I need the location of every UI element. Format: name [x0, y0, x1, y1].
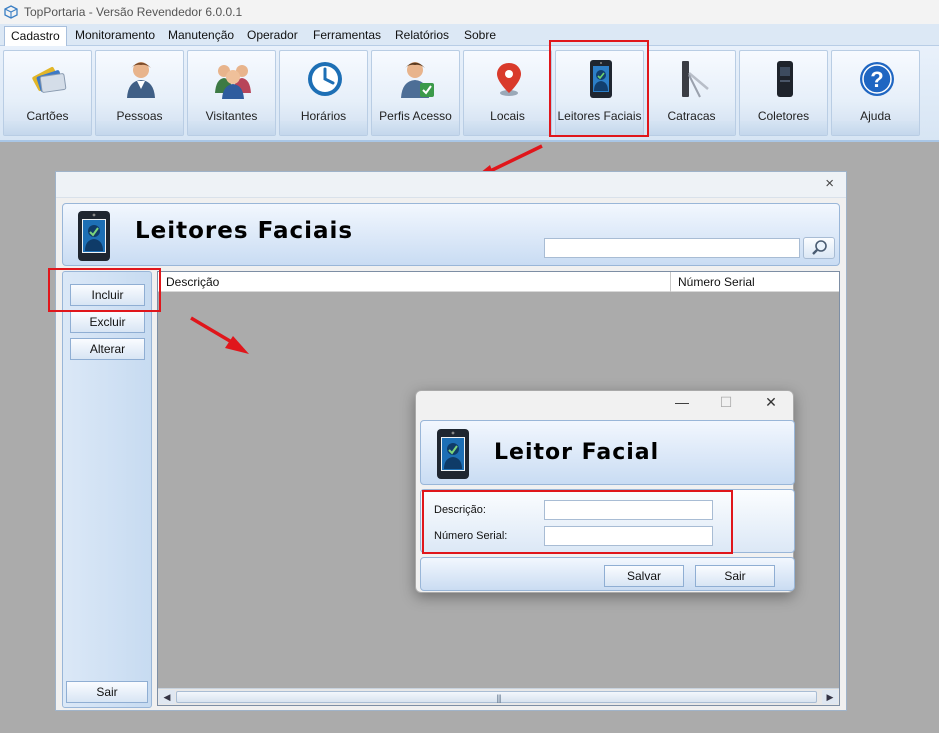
maximize-icon[interactable]: ☐ — [711, 394, 741, 411]
ribbon-button-horarios[interactable]: Horários — [279, 50, 368, 136]
ribbon-button-coletores[interactable]: Coletores — [739, 50, 828, 136]
face-reader-icon — [78, 211, 110, 261]
menu-bar: Cadastro Monitoramento Manutenção Operad… — [0, 24, 939, 46]
scroll-right-icon[interactable]: ▶ — [822, 690, 838, 704]
close-icon[interactable]: × — [825, 175, 834, 192]
ribbon-label: Perfis Acesso — [379, 109, 452, 123]
window-title: TopPortaria - Versão Revendedor 6.0.0.1 — [24, 5, 243, 19]
column-header-descricao[interactable]: Descrição — [158, 272, 219, 292]
help-icon: ? — [860, 62, 894, 96]
cards-icon — [32, 67, 67, 93]
grid-header: Descrição Número Serial — [158, 272, 839, 292]
ribbon-label: Coletores — [757, 109, 810, 123]
ribbon-toolbar: Cartões Pessoas Visitantes Horários Perf… — [0, 46, 939, 142]
delete-button[interactable]: Excluir — [70, 311, 145, 333]
ribbon-label: Leitores Faciais — [557, 109, 642, 123]
svg-text:?: ? — [870, 67, 883, 92]
tab-manutencao[interactable]: Manutenção — [162, 26, 240, 46]
dialog-form: Descrição: Número Serial: — [420, 489, 795, 553]
tab-ferramentas[interactable]: Ferramentas — [307, 26, 387, 46]
turnstile-icon — [682, 61, 709, 98]
tab-cadastro[interactable]: Cadastro — [4, 26, 67, 46]
ribbon-label: Catracas — [667, 109, 716, 123]
ribbon-label: Ajuda — [860, 109, 891, 123]
minimize-icon[interactable]: — — [667, 394, 697, 410]
save-button[interactable]: Salvar — [604, 565, 684, 587]
window-header: Leitores Faciais — [62, 203, 840, 266]
serial-number-label: Número Serial: — [434, 530, 508, 542]
tab-operador[interactable]: Operador — [241, 26, 304, 46]
ribbon-label: Locais — [490, 109, 525, 123]
exit-button[interactable]: Sair — [695, 565, 775, 587]
ribbon-button-leitores-faciais[interactable]: Leitores Faciais — [555, 50, 644, 136]
dialog-header: Leitor Facial — [420, 420, 795, 485]
serial-number-input[interactable] — [544, 526, 713, 546]
side-action-panel: Incluir Excluir Alterar Sair — [62, 271, 152, 708]
ribbon-button-cartoes[interactable]: Cartões — [3, 50, 92, 136]
dialog-footer: Salvar Sair — [420, 557, 795, 591]
page-title: Leitores Faciais — [135, 218, 354, 244]
search-icon — [812, 240, 827, 255]
tab-sobre[interactable]: Sobre — [458, 26, 502, 46]
face-reader-icon — [437, 429, 469, 479]
tab-monitoramento[interactable]: Monitoramento — [69, 26, 161, 46]
ribbon-button-ajuda[interactable]: ? Ajuda — [831, 50, 920, 136]
ribbon-button-pessoas[interactable]: Pessoas — [95, 50, 184, 136]
visitors-icon — [215, 65, 251, 99]
leitor-facial-dialog: — ☐ ✕ Leitor Facial Descrição: Número Se… — [415, 390, 795, 593]
exit-button[interactable]: Sair — [66, 681, 148, 703]
description-input[interactable] — [544, 500, 713, 520]
tab-relatorios[interactable]: Relatórios — [389, 26, 455, 46]
description-label: Descrição: — [434, 504, 486, 516]
access-profile-icon — [401, 62, 434, 98]
window-titlebar: × — [56, 172, 846, 198]
close-icon[interactable]: ✕ — [756, 394, 786, 411]
collector-device-icon — [777, 61, 793, 97]
ribbon-button-locais[interactable]: Locais — [463, 50, 552, 136]
ribbon-label: Cartões — [26, 109, 69, 123]
app-cube-icon — [4, 5, 18, 19]
face-reader-icon — [590, 60, 612, 98]
location-pin-icon — [497, 63, 521, 96]
scroll-thumb[interactable]: ||| — [176, 691, 817, 703]
scroll-left-icon[interactable]: ◀ — [159, 690, 175, 704]
horizontal-scrollbar[interactable]: ◀ ||| ▶ — [158, 688, 839, 705]
ribbon-button-perfis-acesso[interactable]: Perfis Acesso — [371, 50, 460, 136]
title-bar: TopPortaria - Versão Revendedor 6.0.0.1 — [0, 0, 939, 24]
dialog-title: Leitor Facial — [494, 440, 660, 465]
ribbon-label: Pessoas — [116, 109, 163, 123]
column-header-numero-serial[interactable]: Número Serial — [670, 272, 755, 292]
ribbon-button-catracas[interactable]: Catracas — [647, 50, 736, 136]
include-button[interactable]: Incluir — [70, 284, 145, 306]
edit-button[interactable]: Alterar — [70, 338, 145, 360]
search-button[interactable] — [803, 237, 835, 259]
person-icon — [127, 62, 155, 98]
clock-icon — [308, 62, 342, 96]
ribbon-label: Horários — [300, 109, 347, 123]
ribbon-label: Visitantes — [205, 109, 258, 123]
ribbon-button-visitantes[interactable]: Visitantes — [187, 50, 276, 136]
search-input[interactable] — [544, 238, 800, 258]
